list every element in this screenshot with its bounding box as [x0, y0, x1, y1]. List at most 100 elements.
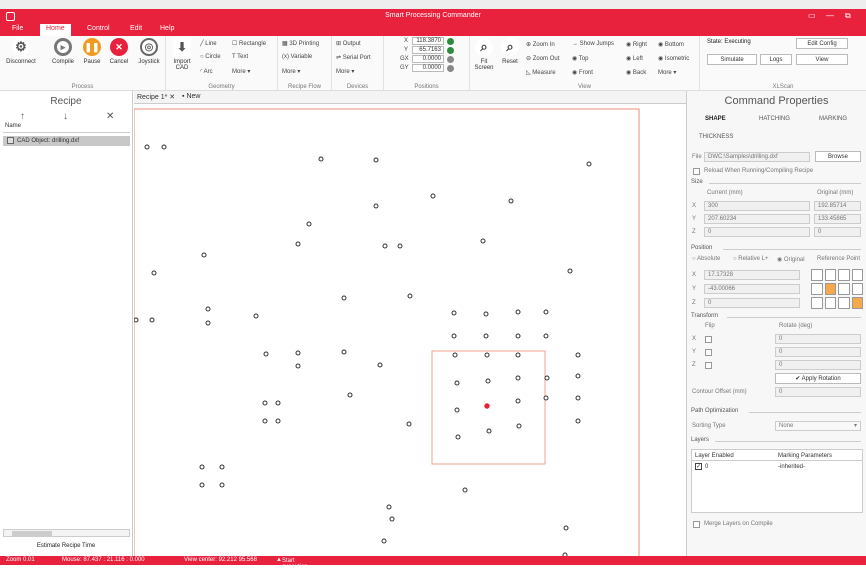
drill-point	[199, 482, 205, 488]
tab-hatching[interactable]: HATCHING	[759, 116, 790, 122]
disconnect-button[interactable]: ⚙ Disconnect	[6, 38, 36, 65]
process-group: ⚙ Disconnect ▸ Compile ❚❚ Pause ✕ Cancel…	[0, 36, 166, 91]
right-view-button[interactable]: ◉ Right	[626, 41, 647, 48]
rotate-x-field[interactable]: 0	[775, 334, 861, 344]
marking-params-header: Marking Parameters	[778, 453, 833, 459]
canvas-area[interactable]: Recipe 1* ✕ ▪ New	[134, 91, 686, 556]
zoom-in-button[interactable]: ⊕ Zoom In	[526, 41, 555, 48]
fit-screen-button[interactable]: ⌕ Fit Screen	[472, 38, 496, 71]
tab-recipe-1[interactable]: Recipe 1* ✕	[137, 93, 175, 101]
layer-enabled-checkbox[interactable]: ✓	[695, 463, 702, 470]
menu-control[interactable]: Control	[87, 25, 110, 32]
arc-button[interactable]: ◜ Arc	[200, 68, 213, 75]
view-more-button[interactable]: More ▾	[658, 69, 676, 76]
compile-button[interactable]: ▸ Compile	[50, 38, 76, 65]
reference-point-grid[interactable]	[811, 269, 863, 309]
left-view-button[interactable]: ◉ Left	[626, 55, 643, 62]
move-up-icon[interactable]: ↑	[20, 111, 25, 122]
position-y-field[interactable]: -43.00066	[704, 284, 800, 294]
xlscan-view-button[interactable]: View	[796, 54, 848, 65]
drill-point	[515, 352, 521, 358]
menu-file[interactable]: File	[12, 25, 23, 32]
y-position-field[interactable]: 65.7163	[412, 46, 444, 54]
relative-radio[interactable]: ○ Relative L+	[733, 256, 768, 262]
position-x-field[interactable]: 17.17328	[704, 270, 800, 280]
x-position-field[interactable]: 118.3870	[412, 37, 444, 45]
move-down-icon[interactable]: ↓	[63, 111, 68, 122]
output-button[interactable]: ⊞ Output	[336, 40, 361, 47]
size-y-field[interactable]: 207.60234	[704, 214, 810, 224]
tab-new[interactable]: ▪ New	[182, 93, 200, 100]
size-z-field[interactable]: 0	[704, 227, 810, 237]
drill-point	[341, 295, 347, 301]
back-view-button[interactable]: ◉ Back	[626, 69, 646, 76]
top-view-button[interactable]: ◉ Top	[572, 55, 588, 62]
original-radio[interactable]: ◉ Original	[777, 256, 805, 263]
circle-button[interactable]: ○ Circle	[200, 54, 221, 60]
recipe-flow-more-button[interactable]: More ▾	[282, 68, 300, 75]
tab-marking[interactable]: MARKING	[819, 116, 847, 122]
joystick-button[interactable]: ◎ Joystick	[134, 38, 164, 65]
drill-point	[341, 349, 347, 355]
table-row[interactable]: ✓ 0 -inherited-	[692, 462, 862, 472]
pause-button[interactable]: ❚❚ Pause	[80, 38, 104, 65]
show-jumps-button[interactable]: → Show Jumps	[572, 41, 614, 47]
original-x-field: 192.85714	[814, 201, 861, 211]
apply-rotation-button[interactable]: ✔ Apply Rotation	[775, 373, 861, 384]
flip-z-checkbox[interactable]	[705, 362, 712, 369]
zoom-out-button[interactable]: ⊖ Zoom Out	[526, 55, 559, 62]
gy-position-field[interactable]: 0.0000	[412, 64, 444, 72]
3d-printing-button[interactable]: ▦ 3D Printing	[282, 40, 319, 47]
simulate-button[interactable]: Simulate	[707, 54, 757, 65]
drill-point	[373, 157, 379, 163]
bottom-view-button[interactable]: ◉ Bottom	[658, 41, 684, 48]
text-button[interactable]: T Text	[232, 54, 248, 60]
flip-x-checkbox[interactable]	[705, 336, 712, 343]
reset-view-button[interactable]: ⌕ Reset	[498, 38, 522, 65]
file-path-field[interactable]: DWC:\Samples\drilling.dxf	[704, 152, 810, 162]
rectangle-button[interactable]: ☐ Rectangle	[232, 40, 266, 47]
gx-position-field[interactable]: 0.0000	[412, 55, 444, 63]
close-window-icon[interactable]: ⧉	[845, 11, 851, 21]
devices-more-button[interactable]: More ▾	[336, 68, 354, 75]
minimize-icon[interactable]: —	[826, 11, 834, 20]
geometry-more-button[interactable]: More ▾	[232, 68, 250, 75]
reload-checkbox[interactable]	[693, 168, 700, 175]
tab-thickness[interactable]: THICKNESS	[699, 134, 733, 140]
rotate-y-field[interactable]: 0	[775, 347, 861, 357]
menu-edit[interactable]: Edit	[130, 25, 142, 32]
drill-point	[205, 320, 211, 326]
absolute-radio[interactable]: ○ Absolute	[692, 256, 720, 262]
flip-y-checkbox[interactable]	[705, 349, 712, 356]
recipe-item-cad[interactable]: CAD Object: drilling.dxf	[3, 136, 130, 146]
delete-icon[interactable]: ✕	[106, 111, 114, 122]
rotate-z-field[interactable]: 0	[775, 360, 861, 370]
tab-shape[interactable]: SHAPE	[705, 116, 726, 122]
cancel-button[interactable]: ✕ Cancel	[106, 38, 132, 65]
restore-icon[interactable]: ▭	[808, 11, 816, 20]
variable-button[interactable]: (x) Variable	[282, 54, 312, 60]
position-z-field[interactable]: 0	[704, 298, 800, 308]
browse-button[interactable]: Browse	[815, 151, 861, 162]
measure-button[interactable]: ◺ Measure	[526, 69, 556, 76]
menu-help[interactable]: Help	[160, 25, 174, 32]
front-view-button[interactable]: ◉ Front	[572, 69, 593, 76]
size-x-field[interactable]: 300	[704, 201, 810, 211]
serial-port-button[interactable]: ⇌ Serial Port	[336, 54, 371, 61]
logs-button[interactable]: Logs	[760, 54, 792, 65]
menu-home[interactable]: Home	[40, 24, 71, 36]
contour-offset-field[interactable]: 0	[775, 387, 861, 397]
import-cad-button[interactable]: ⬇ Import CAD	[170, 38, 194, 71]
drill-point	[484, 352, 490, 358]
drill-point	[483, 311, 489, 317]
scrollbar-thumb[interactable]	[12, 531, 52, 536]
edit-config-button[interactable]: Edit Config	[796, 38, 848, 49]
merge-layers-checkbox[interactable]	[693, 521, 700, 528]
drilling-canvas[interactable]	[134, 104, 686, 556]
horizontal-scrollbar[interactable]	[3, 529, 130, 537]
sorting-type-select[interactable]: None ▾	[775, 421, 861, 431]
estimate-time-button[interactable]: Estimate Recipe Time	[0, 543, 132, 549]
line-button[interactable]: ╱ Line	[200, 40, 217, 47]
isometric-view-button[interactable]: ◉ Isometric	[658, 55, 689, 62]
recipe-item-label: CAD Object: drilling.dxf	[17, 138, 80, 144]
